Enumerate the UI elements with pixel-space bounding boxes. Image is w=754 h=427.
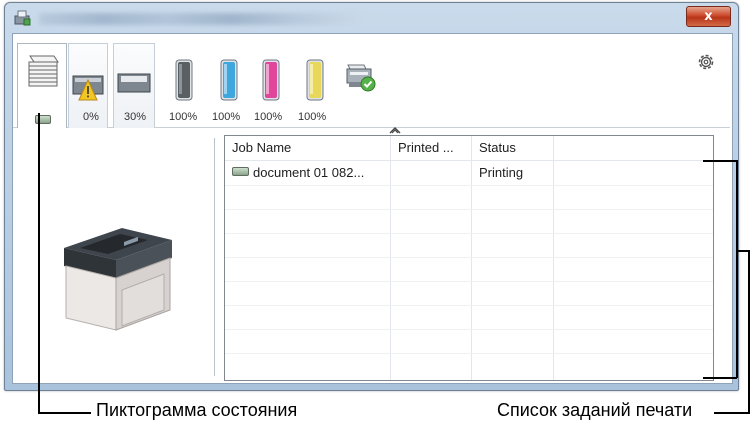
paper-stack-icon — [28, 55, 59, 87]
callout-line-status — [38, 113, 40, 413]
job-printing-icon — [232, 167, 249, 176]
job-list[interactable]: Job Name Printed ... Status document 01 … — [224, 135, 714, 381]
empty-row — [225, 305, 713, 330]
callout-bracket-side — [736, 160, 738, 378]
empty-row — [225, 353, 713, 377]
collapse-icon[interactable] — [389, 126, 401, 134]
status-toolbar: 0% 30% 100% 100% 100% 100% — [13, 34, 730, 134]
column-job-name[interactable]: Job Name — [225, 136, 391, 160]
empty-row — [225, 329, 713, 354]
monitor-client-area: 0% 30% 100% 100% 100% 100% Job Name Prin… — [12, 33, 733, 384]
empty-row — [225, 281, 713, 306]
printer-image — [64, 228, 172, 331]
callout-bracket-bottom — [703, 377, 737, 379]
status-monitor-window: x 0% 30% 100% 100% 100% 100% Job Name Pr… — [4, 2, 739, 391]
toner-cyan-icon — [220, 59, 238, 101]
close-button[interactable]: x — [686, 6, 731, 27]
callout-line-joblist — [748, 250, 750, 414]
column-status[interactable]: Status — [472, 136, 554, 160]
toner-black-percent: 100% — [169, 111, 198, 123]
callout-line-joblist-horizontal — [714, 412, 750, 414]
status-tab[interactable] — [17, 43, 67, 128]
empty-row — [225, 185, 713, 210]
gear-icon[interactable] — [696, 52, 716, 72]
callout-joblist-label: Список заданий печати — [497, 400, 693, 420]
empty-row — [225, 233, 713, 258]
toner-magenta-icon — [262, 59, 280, 101]
title-bar[interactable]: x — [5, 3, 738, 33]
column-printed[interactable]: Printed ... — [391, 136, 472, 160]
toner-magenta-percent: 100% — [254, 111, 283, 123]
job-list-header: Job Name Printed ... Status — [225, 136, 713, 161]
job-name-text: document 01 082... — [253, 165, 365, 180]
job-name-cell: document 01 082... — [225, 161, 390, 185]
callout-bracket-top — [703, 160, 737, 162]
job-status-cell: Printing — [479, 165, 524, 180]
toner-yellow-icon — [306, 59, 324, 101]
job-printed-cell — [391, 161, 471, 185]
printer-app-icon — [14, 10, 31, 26]
empty-row — [225, 257, 713, 282]
table-row[interactable]: document 01 082... Printing — [225, 161, 713, 186]
callout-line-status-horizontal — [38, 412, 91, 414]
paper-warning-percent: 0% — [83, 111, 99, 123]
pane-splitter[interactable] — [214, 138, 215, 376]
printer-ok-icon — [346, 64, 376, 92]
paper-tray-warning-icon — [72, 75, 104, 101]
window-title-blurred — [39, 13, 359, 25]
device-ok-tab[interactable] — [340, 43, 380, 127]
empty-row — [225, 209, 713, 234]
paper-tray-percent: 30% — [124, 111, 147, 123]
toner-yellow-percent: 100% — [298, 111, 327, 123]
callout-status-label: Пиктограмма состояния — [96, 400, 298, 420]
toner-cyan-percent: 100% — [212, 111, 241, 123]
paper-tray-icon — [117, 73, 151, 93]
printer-preview-pane — [13, 128, 216, 382]
toner-black-icon — [175, 59, 193, 101]
